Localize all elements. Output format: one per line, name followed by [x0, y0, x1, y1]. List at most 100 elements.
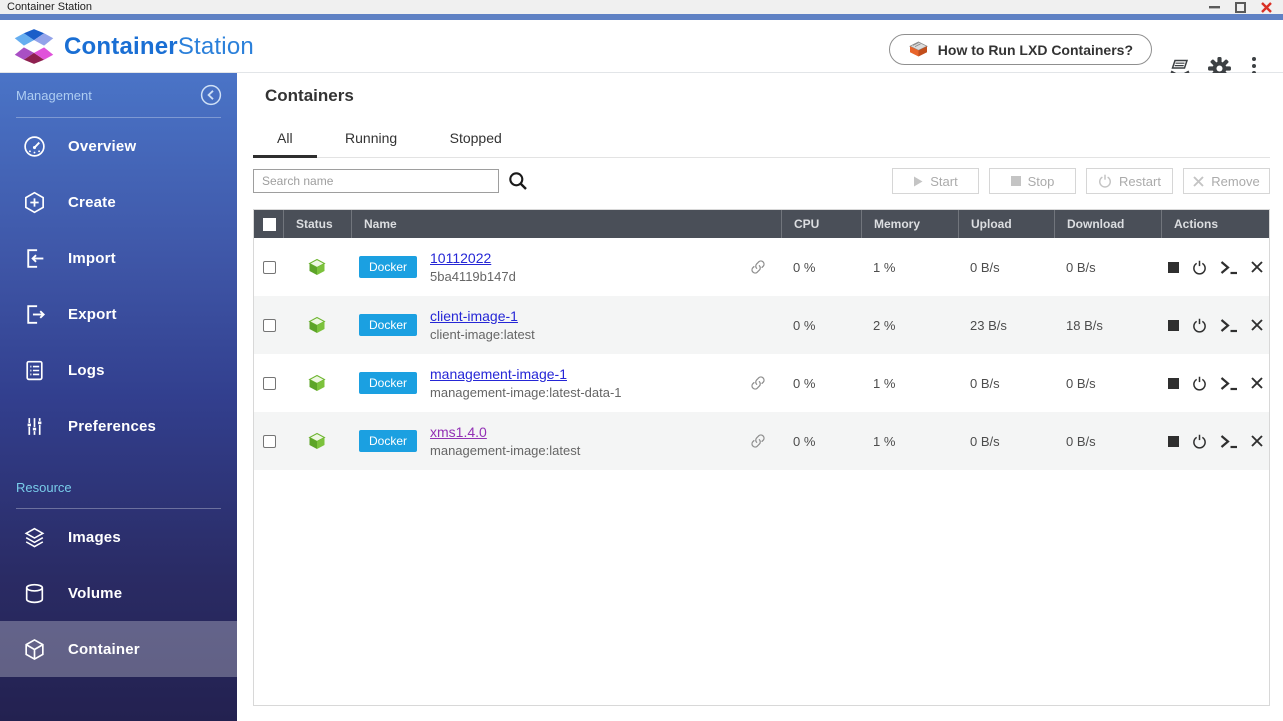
sidebar-item-images[interactable]: Images: [0, 509, 237, 565]
url-link-icon[interactable]: [749, 432, 767, 450]
row-terminal-icon[interactable]: [1220, 376, 1238, 391]
lxd-help-button[interactable]: How to Run LXD Containers?: [889, 34, 1152, 65]
column-header-upload[interactable]: Upload: [958, 210, 1054, 238]
start-button[interactable]: Start: [892, 168, 979, 194]
close-button[interactable]: [1255, 0, 1277, 14]
url-link-icon[interactable]: [749, 374, 767, 392]
row-terminal-icon[interactable]: [1220, 318, 1238, 333]
tab-all[interactable]: All: [253, 123, 317, 157]
lxd-logo-icon: [908, 41, 929, 58]
power-icon: [1098, 174, 1112, 188]
row-remove-icon[interactable]: [1251, 319, 1263, 331]
upload-value: 23 B/s: [958, 296, 1054, 354]
window-titlebar: Container Station: [0, 0, 1283, 14]
containers-table: Status Name CPU Memory Upload Download A…: [253, 209, 1270, 706]
sidebar-item-label: Create: [68, 194, 116, 211]
section-label-resource: Resource: [16, 480, 72, 495]
restart-button[interactable]: Restart: [1086, 168, 1173, 194]
stop-button[interactable]: Stop: [989, 168, 1076, 194]
bulk-action-buttons: Start Stop Restart Remove: [892, 168, 1270, 194]
download-value: 0 B/s: [1054, 412, 1161, 470]
import-icon: [21, 246, 47, 271]
stop-icon: [1011, 176, 1021, 186]
status-running-icon: [308, 258, 326, 276]
row-stop-icon[interactable]: [1168, 436, 1179, 447]
sidebar-item-create[interactable]: Create: [0, 174, 237, 230]
select-all-checkbox[interactable]: [263, 218, 276, 231]
sidebar-item-export[interactable]: Export: [0, 286, 237, 342]
row-restart-icon[interactable]: [1192, 434, 1207, 449]
table-row: Docker xms1.4.0 management-image:latest …: [254, 412, 1269, 470]
container-name-link[interactable]: xms1.4.0: [430, 424, 580, 440]
row-restart-icon[interactable]: [1192, 376, 1207, 391]
tab-running[interactable]: Running: [321, 123, 421, 157]
play-icon: [913, 176, 923, 187]
sidebar-item-volume[interactable]: Volume: [0, 565, 237, 621]
row-remove-icon[interactable]: [1251, 377, 1263, 389]
container-image-label: management-image:latest-data-1: [430, 385, 622, 400]
row-terminal-icon[interactable]: [1220, 260, 1238, 275]
maximize-icon: [1235, 2, 1246, 13]
row-checkbox[interactable]: [263, 319, 276, 332]
row-terminal-icon[interactable]: [1220, 434, 1238, 449]
column-header-name[interactable]: Name: [351, 210, 781, 238]
search-icon[interactable]: [507, 170, 529, 192]
row-checkbox[interactable]: [263, 261, 276, 274]
sidebar-item-label: Export: [68, 306, 117, 323]
row-stop-icon[interactable]: [1168, 378, 1179, 389]
minimize-button[interactable]: [1203, 0, 1225, 14]
cpu-value: 0 %: [781, 238, 861, 296]
app-header: ContainerStation How to Run LXD Containe…: [0, 20, 1283, 73]
layers-icon: [21, 525, 47, 550]
hexagon-plus-icon: [21, 190, 47, 215]
sidebar-item-overview[interactable]: Overview: [0, 118, 237, 174]
docker-badge: Docker: [359, 256, 417, 278]
row-stop-icon[interactable]: [1168, 262, 1179, 273]
row-restart-icon[interactable]: [1192, 318, 1207, 333]
column-header-download[interactable]: Download: [1054, 210, 1161, 238]
tab-stopped[interactable]: Stopped: [426, 123, 526, 157]
page-title: Containers: [265, 86, 354, 106]
row-remove-icon[interactable]: [1251, 435, 1263, 447]
table-header: Status Name CPU Memory Upload Download A…: [254, 210, 1269, 238]
column-header-cpu[interactable]: CPU: [781, 210, 861, 238]
close-x-icon: [1193, 176, 1204, 187]
column-header-memory[interactable]: Memory: [861, 210, 958, 238]
container-name-link[interactable]: 10112022: [430, 250, 516, 266]
docker-badge: Docker: [359, 430, 417, 452]
table-row: Docker management-image-1 management-ima…: [254, 354, 1269, 412]
sliders-icon: [21, 414, 47, 439]
sidebar-item-container[interactable]: Container: [0, 621, 237, 677]
window-title: Container Station: [7, 0, 92, 14]
sidebar-item-logs[interactable]: Logs: [0, 342, 237, 398]
row-stop-icon[interactable]: [1168, 320, 1179, 331]
sidebar-item-label: Container: [68, 641, 140, 658]
table-row: Docker client-image-1 client-image:lates…: [254, 296, 1269, 354]
sidebar-item-import[interactable]: Import: [0, 230, 237, 286]
maximize-button[interactable]: [1229, 0, 1251, 14]
search-input[interactable]: [253, 169, 499, 193]
column-header-status[interactable]: Status: [283, 210, 351, 238]
brand-light: Station: [178, 33, 254, 60]
sidebar-item-label: Preferences: [68, 418, 156, 435]
cylinder-icon: [21, 581, 47, 606]
cpu-value: 0 %: [781, 354, 861, 412]
brand-bold: Container: [64, 33, 178, 60]
row-checkbox[interactable]: [263, 435, 276, 448]
memory-value: 1 %: [861, 412, 958, 470]
minimize-icon: [1209, 6, 1220, 9]
remove-button[interactable]: Remove: [1183, 168, 1270, 194]
memory-value: 1 %: [861, 238, 958, 296]
sidebar-collapse-button[interactable]: [200, 84, 222, 106]
row-checkbox[interactable]: [263, 377, 276, 390]
row-restart-icon[interactable]: [1192, 260, 1207, 275]
url-link-icon[interactable]: [749, 258, 767, 276]
row-remove-icon[interactable]: [1251, 261, 1263, 273]
container-name-link[interactable]: client-image-1: [430, 308, 535, 324]
cpu-value: 0 %: [781, 296, 861, 354]
main-content: Containers All Running Stopped Start Sto…: [237, 73, 1283, 721]
sidebar-item-preferences[interactable]: Preferences: [0, 398, 237, 454]
column-header-actions[interactable]: Actions: [1161, 210, 1269, 238]
upload-value: 0 B/s: [958, 412, 1054, 470]
container-name-link[interactable]: management-image-1: [430, 366, 622, 382]
